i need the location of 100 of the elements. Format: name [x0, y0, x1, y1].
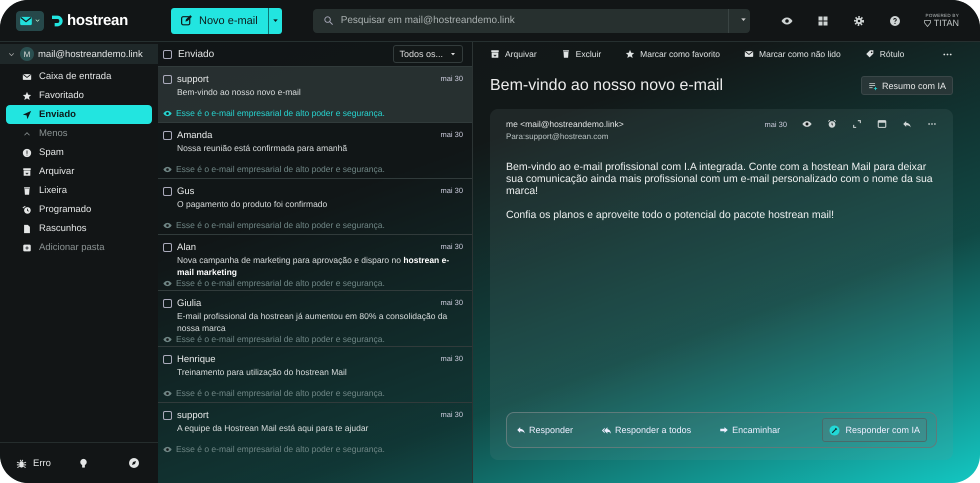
eye-icon [163, 444, 172, 454]
logo-text: hostrean [67, 12, 128, 29]
message-subject: Nova campanha de marketing para aprovação e disparo no hostrean e-mail marketing [177, 254, 450, 278]
trash-icon [22, 186, 32, 196]
message-preview: Esse é o e-mail empresarial de alto poder e segurança. [176, 334, 385, 344]
message-subject: Treinamento para utilização do hostrean Mail [177, 366, 348, 378]
message-subject: A equipe da Hostrean Mail está aqui para te ajudar [177, 422, 370, 434]
chevron-down-icon [34, 17, 41, 24]
collapse-toggle[interactable]: Menos [6, 124, 152, 143]
expand-button[interactable] [852, 119, 862, 129]
eye-icon [163, 220, 172, 230]
reply-button[interactable] [902, 119, 912, 129]
message-preview: Esse é o e-mail empresarial de alto poder e segurança. [176, 278, 385, 288]
sidebar-item[interactable]: Lixeira [6, 181, 152, 200]
snooze-button[interactable] [827, 119, 837, 129]
toolbar-button[interactable]: Rótulo [864, 49, 904, 59]
account-email: mail@hostreandemo.link [38, 48, 143, 60]
help-button[interactable] [888, 14, 901, 26]
message-checkbox[interactable] [163, 75, 172, 84]
sidebar-item[interactable]: Spam [6, 143, 152, 162]
filter-dropdown[interactable]: Todos os... [393, 45, 463, 63]
toolbar-button[interactable]: Arquivar [490, 49, 537, 59]
message-checkbox[interactable] [163, 299, 172, 308]
compass-icon [128, 457, 140, 469]
reply-action-button[interactable]: Responder a todos [601, 424, 692, 436]
tips-button[interactable] [78, 458, 89, 468]
compose-menu-button[interactable] [268, 8, 282, 34]
sidebar-item[interactable]: Caixa de entrada [6, 67, 152, 86]
eye-icon [163, 278, 172, 288]
settings-icon [852, 14, 865, 26]
folder-title: Enviado [178, 48, 214, 60]
tag-icon [864, 49, 875, 59]
toolbar-button[interactable]: Marcar como não lido [744, 49, 841, 59]
lightbulb-icon [78, 458, 89, 468]
ai-summary-button[interactable]: Resumo com IA [860, 76, 953, 95]
window-icon [877, 119, 887, 129]
message-body: Bem-vindo ao e-mail profissional com I.A integrada. Conte com a hostean Mail para deixar sua comunicação ainda mais profissional com um e-mail personalizado com o nome da sua marca! Confia os planos e aproveite todo o potencial do pacote hostrean mail! [506, 161, 934, 223]
sidebar-item[interactable]: Programado [6, 200, 152, 219]
eye-icon [163, 388, 172, 398]
message-checkbox[interactable] [163, 411, 172, 420]
message-checkbox[interactable] [163, 355, 172, 364]
sender-name: support [177, 74, 210, 85]
message-checkbox[interactable] [163, 131, 172, 140]
add-folder-button[interactable]: Adicionar pasta [6, 238, 152, 257]
sidebar-item[interactable]: Favoritado [6, 86, 152, 105]
reply-icon [516, 425, 526, 435]
alert-icon [22, 148, 32, 158]
window-button[interactable] [877, 119, 887, 129]
message-subject: Bem-vindo ao nosso novo e-mail [177, 86, 302, 98]
eye-icon [163, 164, 172, 174]
reply-action-button[interactable]: Encaminhar [719, 425, 780, 435]
summary-icon [868, 80, 878, 90]
message-subject: Nossa reunião está confirmada para amanhã [177, 142, 348, 154]
eye-button[interactable] [780, 14, 793, 26]
message-preview: Esse é o e-mail empresarial de alto poder e segurança. [176, 388, 385, 398]
message-subject: O pagamento do produto foi confirmado [177, 198, 328, 210]
help-icon [888, 14, 901, 26]
sidebar-item[interactable]: Enviado [6, 105, 152, 124]
sender-name: Henrique [177, 354, 217, 365]
search-field[interactable]: Pesquisar em mail@hostreandemo.link [312, 8, 750, 32]
sender-name: Alan [177, 242, 198, 253]
sidebar-item[interactable]: Rascunhos [6, 219, 152, 238]
alarm-icon [827, 119, 837, 129]
star-icon [22, 90, 32, 100]
message-checkbox[interactable] [163, 187, 172, 196]
sender-address: me <mail@hostreandemo.link> [506, 119, 624, 129]
send-icon [22, 110, 32, 120]
account-row[interactable]: M mail@hostreandemo.link [0, 44, 158, 64]
select-all-checkbox[interactable] [163, 50, 172, 58]
sidebar-item[interactable]: Arquivar [6, 162, 152, 181]
brand-name: TITAN [934, 18, 960, 28]
recipient-address: Para:support@hostrean.com [506, 132, 610, 141]
settings-button[interactable] [852, 14, 865, 26]
reply-action-button[interactable]: Responder [516, 425, 574, 435]
pencil-icon [180, 14, 193, 27]
toolbar-button[interactable]: Excluir [560, 49, 602, 59]
grid-icon [816, 14, 829, 26]
reply-icon [902, 119, 912, 129]
eye-button[interactable] [802, 119, 812, 129]
message-preview: Esse é o e-mail empresarial de alto poder e segurança. [176, 164, 385, 174]
eye-icon [163, 108, 172, 118]
forward-icon [719, 425, 730, 435]
wand-icon [829, 424, 840, 436]
mail-menu-button[interactable] [16, 10, 44, 30]
message-preview: Esse é o e-mail empresarial de alto poder e segurança. [176, 444, 385, 454]
sender-name: support [177, 410, 210, 421]
reply-all-icon [601, 424, 612, 436]
sender-name: Gus [177, 186, 196, 197]
error-report-button[interactable]: Erro [16, 458, 51, 468]
message-title: Bem-vindo ao nosso novo e-mail [490, 76, 724, 94]
plus-icon [22, 242, 32, 252]
archive-icon [490, 49, 500, 59]
message-preview: Esse é o e-mail empresarial de alto poder e segurança. [176, 220, 385, 230]
trash-icon [560, 49, 571, 59]
toolbar-button[interactable]: Marcar como favorito [625, 49, 720, 59]
star-icon [625, 49, 636, 59]
compose-button[interactable]: Novo e-mail [171, 8, 268, 34]
message-checkbox[interactable] [163, 243, 172, 252]
explore-button[interactable] [128, 457, 140, 469]
apps-button[interactable] [816, 14, 829, 26]
